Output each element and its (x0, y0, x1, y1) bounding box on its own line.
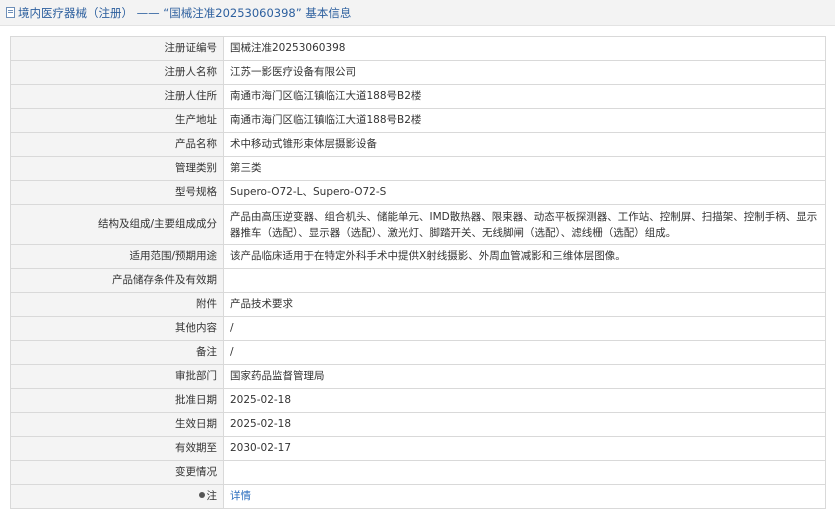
row-value: 2025-02-18 (223, 412, 826, 437)
table-row: 注 详情 (10, 484, 826, 509)
row-value (223, 268, 826, 293)
row-label: 结构及组成/主要组成成分 (10, 204, 224, 245)
row-label: 产品储存条件及有效期 (10, 268, 224, 293)
row-label: 产品名称 (10, 132, 224, 157)
row-label: 附件 (10, 292, 224, 317)
table-row: 结构及组成/主要组成成分 产品由高压逆变器、组合机头、储能单元、IMD散热器、限… (10, 204, 826, 245)
row-value: 江苏一影医疗设备有限公司 (223, 60, 826, 85)
table-row: 注册证编号 国械注准20253060398 (10, 36, 826, 61)
row-label: 型号规格 (10, 180, 224, 205)
row-label: 变更情况 (10, 460, 224, 485)
table-row: 生效日期 2025-02-18 (10, 412, 826, 437)
row-value (223, 460, 826, 485)
row-value: / (223, 340, 826, 365)
row-label: 注册人名称 (10, 60, 224, 85)
note-row-label: 注 (206, 490, 218, 502)
table-row: 型号规格 Supero-O72-L、Supero-O72-S (10, 180, 826, 205)
row-label: 管理类别 (10, 156, 224, 181)
table-row: 附件 产品技术要求 (10, 292, 826, 317)
row-value: 南通市海门区临江镇临江大道188号B2楼 (223, 108, 826, 133)
row-label: 有效期至 (10, 436, 224, 461)
note-row-label-cell: 注 (10, 484, 224, 509)
row-label: 注册人住所 (10, 84, 224, 109)
row-value: 该产品临床适用于在特定外科手术中提供X射线摄影、外周血管减影和三维体层图像。 (223, 244, 826, 269)
row-value: 国家药品监督管理局 (223, 364, 826, 389)
table-row: 审批部门 国家药品监督管理局 (10, 364, 826, 389)
row-label: 其他内容 (10, 316, 224, 341)
note-row-value-cell: 详情 (223, 484, 826, 509)
row-value: 2025-02-18 (223, 388, 826, 413)
table-row: 注册人住所 南通市海门区临江镇临江大道188号B2楼 (10, 84, 826, 109)
table-row: 管理类别 第三类 (10, 156, 826, 181)
row-label: 审批部门 (10, 364, 224, 389)
row-label: 批准日期 (10, 388, 224, 413)
table-row: 注册人名称 江苏一影医疗设备有限公司 (10, 60, 826, 85)
table-row: 变更情况 (10, 460, 826, 485)
row-label: 注册证编号 (10, 36, 224, 61)
row-label: 备注 (10, 340, 224, 365)
row-value: 产品技术要求 (223, 292, 826, 317)
details-link[interactable]: 详情 (230, 490, 251, 502)
note-bullet-icon (198, 492, 205, 498)
table-row: 批准日期 2025-02-18 (10, 388, 826, 413)
table-row: 生产地址 南通市海门区临江镇临江大道188号B2楼 (10, 108, 826, 133)
row-value: 南通市海门区临江镇临江大道188号B2楼 (223, 84, 826, 109)
row-label: 生产地址 (10, 108, 224, 133)
row-value: 国械注准20253060398 (223, 36, 826, 61)
row-value: 第三类 (223, 156, 826, 181)
row-label: 适用范围/预期用途 (10, 244, 224, 269)
table-row: 有效期至 2030-02-17 (10, 436, 826, 461)
row-value: Supero-O72-L、Supero-O72-S (223, 180, 826, 205)
row-value: 术中移动式锥形束体层摄影设备 (223, 132, 826, 157)
document-icon (6, 7, 15, 18)
table-row: 产品储存条件及有效期 (10, 268, 826, 293)
detail-table: 注册证编号 国械注准20253060398 注册人名称 江苏一影医疗设备有限公司… (10, 36, 826, 509)
table-row: 产品名称 术中移动式锥形束体层摄影设备 (10, 132, 826, 157)
row-label: 生效日期 (10, 412, 224, 437)
table-row: 适用范围/预期用途 该产品临床适用于在特定外科手术中提供X射线摄影、外周血管减影… (10, 244, 826, 269)
table-row: 备注 / (10, 340, 826, 365)
row-value: / (223, 316, 826, 341)
page-title: 境内医疗器械（注册） —— “国械注准20253060398” 基本信息 (18, 5, 352, 20)
table-row: 其他内容 / (10, 316, 826, 341)
row-value: 2030-02-17 (223, 436, 826, 461)
page-title-bar: 境内医疗器械（注册） —— “国械注准20253060398” 基本信息 (0, 0, 835, 26)
row-value: 产品由高压逆变器、组合机头、储能单元、IMD散热器、限束器、动态平板探测器、工作… (223, 204, 826, 245)
